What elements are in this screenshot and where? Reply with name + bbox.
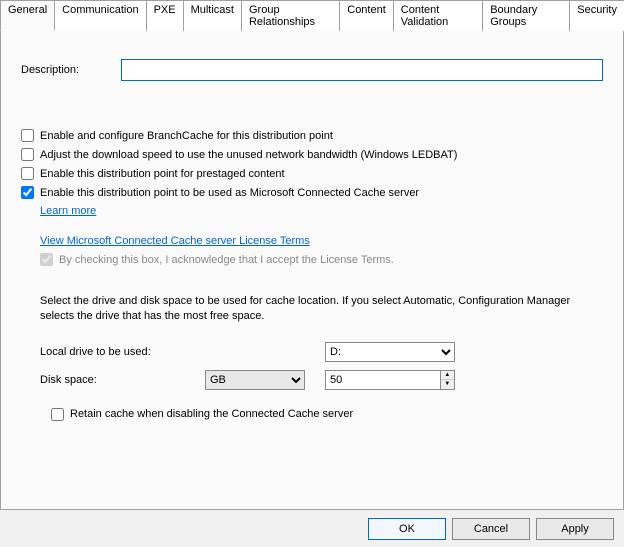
prestaged-row: Enable this distribution point for prest… — [21, 167, 603, 180]
license-block: View Microsoft Connected Cache server Li… — [40, 235, 603, 266]
options-block: Enable and configure BranchCache for thi… — [21, 129, 603, 421]
learn-more-link[interactable]: Learn more — [40, 205, 96, 217]
connected-cache-checkbox[interactable] — [21, 186, 34, 199]
ledbat-row: Adjust the download speed to use the unu… — [21, 148, 603, 161]
license-ack-checkbox — [40, 253, 53, 266]
cancel-button[interactable]: Cancel — [452, 518, 530, 540]
tab-bar: General Communication PXE Multicast Grou… — [0, 0, 624, 31]
general-panel: Description: Enable and configure Branch… — [0, 30, 624, 510]
description-row: Description: — [21, 59, 603, 81]
drive-section: Local drive to be used: D: Disk space: G… — [40, 342, 603, 390]
retain-cache-row: Retain cache when disabling the Connecte… — [51, 408, 603, 421]
ledbat-label: Adjust the download speed to use the unu… — [40, 149, 457, 161]
license-terms-link[interactable]: View Microsoft Connected Cache server Li… — [40, 235, 310, 247]
tab-content[interactable]: Content — [339, 0, 394, 31]
tab-content-validation[interactable]: Content Validation — [393, 0, 483, 31]
branchcache-label: Enable and configure BranchCache for thi… — [40, 130, 333, 142]
disk-space-row: Disk space: GB ▲ ▼ — [40, 370, 603, 390]
prestaged-label: Enable this distribution point for prest… — [40, 168, 285, 180]
spinner-down-button[interactable]: ▼ — [441, 380, 454, 389]
disk-space-label: Disk space: — [40, 374, 205, 386]
apply-button[interactable]: Apply — [536, 518, 614, 540]
disk-space-value-input[interactable] — [326, 371, 440, 389]
learn-more-row: Learn more — [40, 205, 603, 217]
tab-multicast[interactable]: Multicast — [183, 0, 242, 31]
tab-communication[interactable]: Communication — [54, 0, 146, 31]
connected-cache-row: Enable this distribution point to be use… — [21, 186, 603, 199]
description-label: Description: — [21, 64, 121, 76]
tab-general[interactable]: General — [0, 0, 55, 31]
tab-group-relationships[interactable]: Group Relationships — [241, 0, 340, 31]
cache-location-text: Select the drive and disk space to be us… — [40, 294, 593, 324]
tab-boundary-groups[interactable]: Boundary Groups — [482, 0, 570, 31]
spinner-up-button[interactable]: ▲ — [441, 371, 454, 381]
tab-security[interactable]: Security — [569, 0, 624, 31]
ledbat-checkbox[interactable] — [21, 148, 34, 161]
disk-space-spinner: ▲ ▼ — [325, 370, 455, 390]
connected-cache-label: Enable this distribution point to be use… — [40, 187, 419, 199]
local-drive-label: Local drive to be used: — [40, 346, 205, 358]
tab-pxe[interactable]: PXE — [146, 0, 184, 31]
license-ack-label: By checking this box, I acknowledge that… — [59, 254, 394, 266]
retain-cache-checkbox[interactable] — [51, 408, 64, 421]
spinner-buttons: ▲ ▼ — [440, 371, 454, 389]
ok-button[interactable]: OK — [368, 518, 446, 540]
license-ack-row: By checking this box, I acknowledge that… — [40, 253, 603, 266]
branchcache-checkbox[interactable] — [21, 129, 34, 142]
branchcache-row: Enable and configure BranchCache for thi… — [21, 129, 603, 142]
retain-cache-label: Retain cache when disabling the Connecte… — [70, 408, 353, 420]
description-input[interactable] — [121, 59, 603, 81]
properties-window: General Communication PXE Multicast Grou… — [0, 0, 624, 547]
disk-space-unit-select[interactable]: GB — [205, 370, 305, 390]
button-bar: OK Cancel Apply — [368, 518, 614, 540]
local-drive-select[interactable]: D: — [325, 342, 455, 362]
local-drive-row: Local drive to be used: D: — [40, 342, 603, 362]
prestaged-checkbox[interactable] — [21, 167, 34, 180]
